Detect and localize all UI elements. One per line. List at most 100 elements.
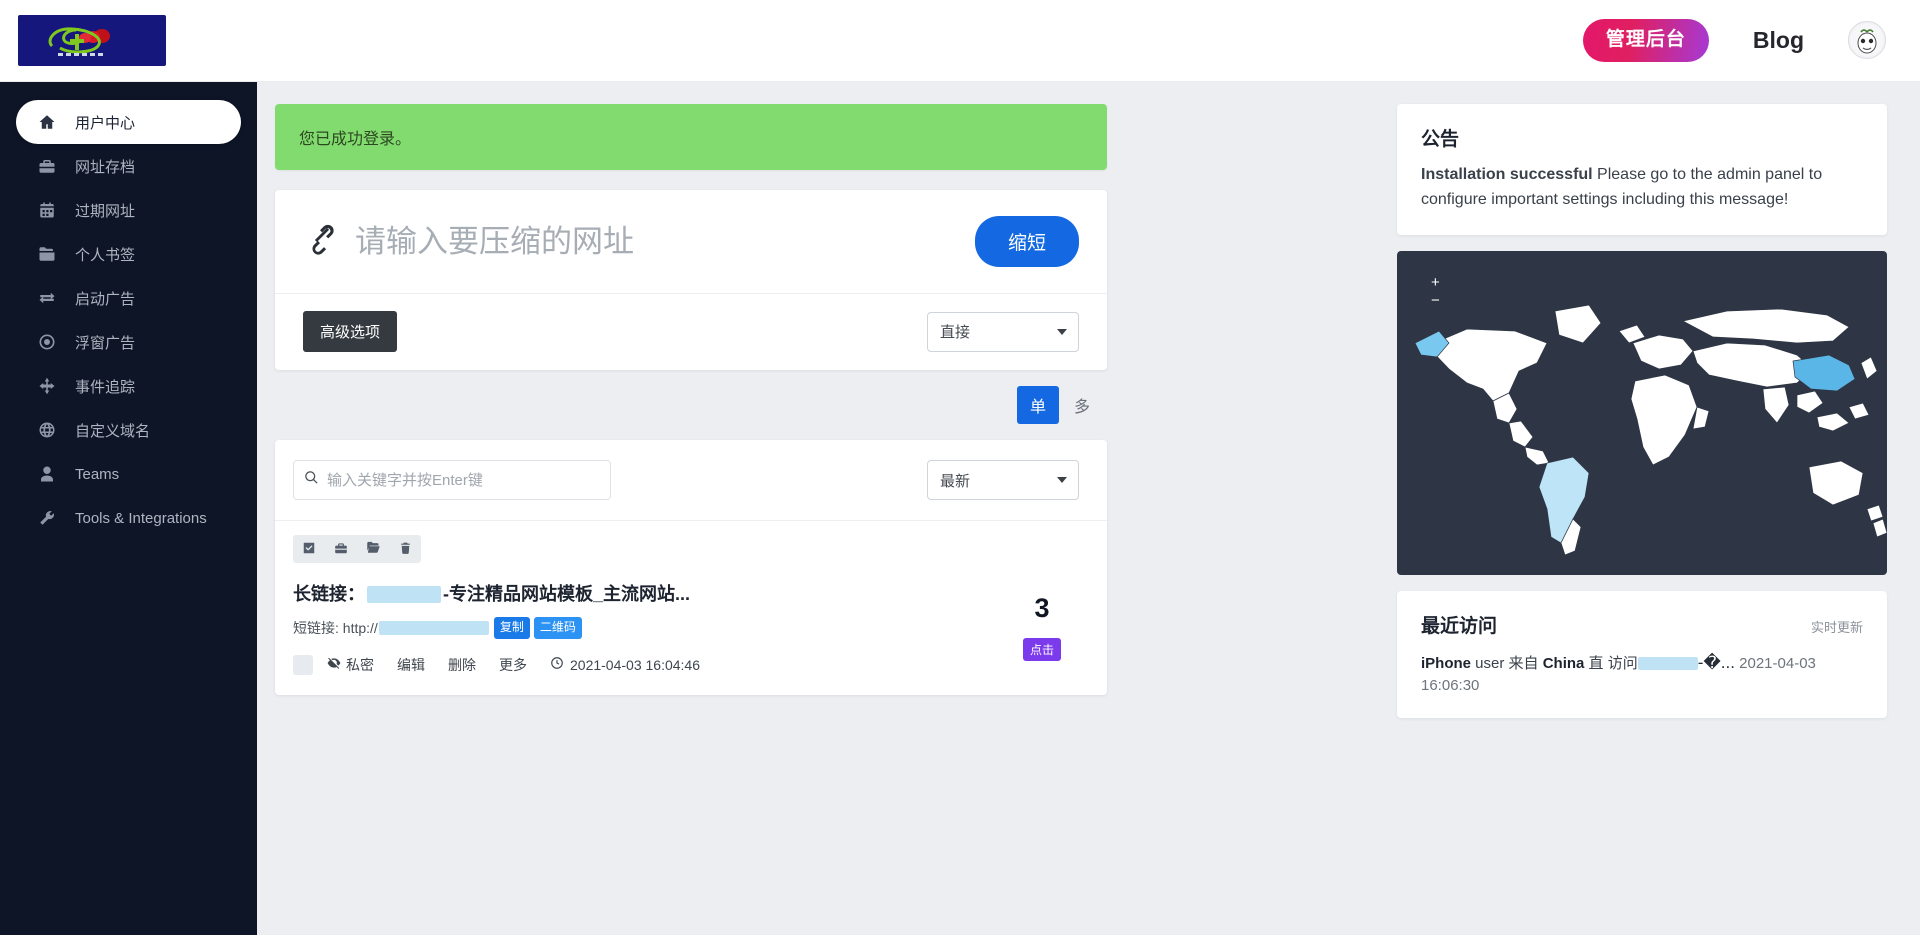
select-all-button[interactable] [293, 535, 325, 563]
chevron-down-icon [1057, 477, 1067, 483]
sidebar-item-label: 自定义域名 [75, 420, 150, 441]
zoom-in-button[interactable]: + [1431, 275, 1440, 290]
sidebar-item-bookmarks[interactable]: 个人书签 [16, 232, 241, 276]
search-box[interactable] [293, 460, 611, 500]
link-details: 长链接： -专注精品网站模板_主流网站... 短链接: http:// 复制 二… [293, 581, 1011, 675]
click-count: 3 [1011, 593, 1073, 624]
long-link-suffix: -专注精品网站模板_主流网站... [443, 581, 690, 608]
wrench-icon [38, 509, 62, 527]
redacted-domain [367, 586, 441, 603]
link-icon [305, 222, 345, 261]
calendar-icon [38, 201, 62, 219]
sidebar: 用户中心 网址存档 过期网址 个人书签 启动广告 浮窗广告 事件 [0, 82, 257, 935]
world-map-panel[interactable]: + − [1397, 251, 1887, 575]
recent-visits-title: 最近访问 [1421, 611, 1497, 638]
link-type-select[interactable]: 直接 [927, 312, 1079, 352]
shorten-input-row: 缩短 [275, 190, 1107, 294]
live-update-label: 实时更新 [1811, 617, 1863, 636]
world-map-graphic [1397, 251, 1887, 575]
link-actions: 私密 编辑 删除 更多 2021-04-03 16:04:46 [293, 655, 1011, 675]
briefcase-icon [334, 541, 348, 558]
avatar[interactable] [1848, 21, 1886, 59]
sidebar-item-label: 个人书签 [75, 244, 135, 265]
shorten-button[interactable]: 缩短 [975, 216, 1079, 267]
sidebar-item-user-center[interactable]: 用户中心 [16, 100, 241, 144]
more-action[interactable]: 更多 [499, 655, 527, 675]
search-input[interactable] [327, 472, 600, 489]
sidebar-item-custom-domain[interactable]: 自定义域名 [16, 408, 241, 452]
recent-visits-panel: 最近访问 实时更新 iPhone user 来自 China 直 访问-�...… [1397, 591, 1887, 718]
short-link-label: 短链接: [293, 618, 339, 638]
sidebar-item-label: 事件追踪 [75, 376, 135, 397]
folder-icon [38, 245, 62, 263]
visit-country: China [1543, 655, 1585, 672]
move-to-folder-button[interactable] [357, 535, 389, 563]
advanced-options-button[interactable]: 高级选项 [303, 311, 397, 352]
bulk-actions-toolbar [275, 521, 1107, 563]
edit-action[interactable]: 编辑 [397, 655, 425, 675]
sidebar-item-label: 用户中心 [75, 112, 135, 133]
qrcode-button[interactable]: 二维码 [534, 617, 582, 639]
site-logo[interactable] [18, 15, 166, 66]
sidebar-item-floating-ads[interactable]: 浮窗广告 [16, 320, 241, 364]
visit-tail-text: 直 访问 [1584, 655, 1637, 672]
zoom-out-button[interactable]: − [1431, 293, 1440, 308]
visit-redacted-suffix: -�... [1698, 653, 1735, 672]
copy-button[interactable]: 复制 [494, 617, 530, 639]
blog-link[interactable]: Blog [1753, 27, 1804, 54]
list-item: iPhone user 来自 China 直 访问-�... 2021-04-0… [1397, 638, 1887, 718]
private-label: 私密 [346, 655, 374, 675]
url-input[interactable] [355, 224, 975, 260]
sidebar-item-url-archive[interactable]: 网址存档 [16, 144, 241, 188]
view-multi-button[interactable]: 多 [1061, 386, 1103, 424]
redacted-visit-url [1638, 657, 1698, 670]
announcement-title: 公告 [1397, 104, 1887, 151]
announcement-panel: 公告 Installation successful Please go to … [1397, 104, 1887, 235]
admin-panel-button[interactable]: 管理后台 [1583, 19, 1709, 62]
archive-button[interactable] [325, 535, 357, 563]
sort-select[interactable]: 最新 [927, 460, 1079, 500]
crosshair-icon [38, 377, 62, 395]
chevron-down-icon [1057, 329, 1067, 335]
row-checkbox[interactable] [293, 655, 313, 675]
short-link-prefix: http:// [343, 620, 378, 636]
datetime-text: 2021-04-03 16:04:46 [570, 657, 700, 673]
avatar-image [1850, 23, 1884, 57]
user-icon [38, 465, 62, 483]
login-success-alert: 您已成功登录。 [275, 104, 1107, 170]
private-action[interactable]: 私密 [327, 655, 374, 675]
dot-circle-icon [38, 333, 62, 351]
view-single-button[interactable]: 单 [1017, 386, 1059, 424]
click-stats: 3 点击 [1011, 593, 1081, 661]
links-list-card: 最新 [275, 440, 1107, 695]
sidebar-item-startup-ads[interactable]: 启动广告 [16, 276, 241, 320]
table-row: 长链接： -专注精品网站模板_主流网站... 短链接: http:// 复制 二… [275, 563, 1107, 695]
search-icon [304, 470, 319, 490]
delete-action[interactable]: 删除 [448, 655, 476, 675]
header-actions: 管理后台 Blog [1583, 19, 1920, 62]
sort-value: 最新 [940, 470, 970, 491]
primary-column: 您已成功登录。 缩短 高级选项 直接 单 多 [275, 104, 1107, 695]
list-header: 最新 [275, 440, 1107, 521]
sidebar-item-teams[interactable]: Teams [16, 452, 241, 496]
exchange-icon [38, 289, 62, 307]
globe-icon [38, 421, 62, 439]
announcement-body: Installation successful Please go to the… [1397, 151, 1887, 235]
sidebar-item-tools-integrations[interactable]: Tools & Integrations [16, 496, 241, 540]
short-link-line: 短链接: http:// 复制 二维码 [293, 617, 1011, 639]
sidebar-item-label: 浮窗广告 [75, 332, 135, 353]
sidebar-item-event-tracking[interactable]: 事件追踪 [16, 364, 241, 408]
long-link-label: 长链接： [293, 581, 365, 608]
sidebar-item-label: 网址存档 [75, 156, 135, 177]
main-content: 您已成功登录。 缩短 高级选项 直接 单 多 [257, 82, 1920, 935]
sidebar-item-label: Teams [75, 466, 119, 483]
sidebar-item-label: Tools & Integrations [75, 510, 207, 527]
link-type-value: 直接 [940, 321, 970, 342]
visit-device: iPhone [1421, 655, 1471, 672]
trash-icon [399, 541, 412, 558]
delete-button[interactable] [389, 535, 421, 563]
sidebar-item-expired-urls[interactable]: 过期网址 [16, 188, 241, 232]
created-datetime: 2021-04-03 16:04:46 [550, 656, 700, 673]
check-square-icon [302, 541, 316, 558]
logo-graphic [32, 20, 152, 62]
